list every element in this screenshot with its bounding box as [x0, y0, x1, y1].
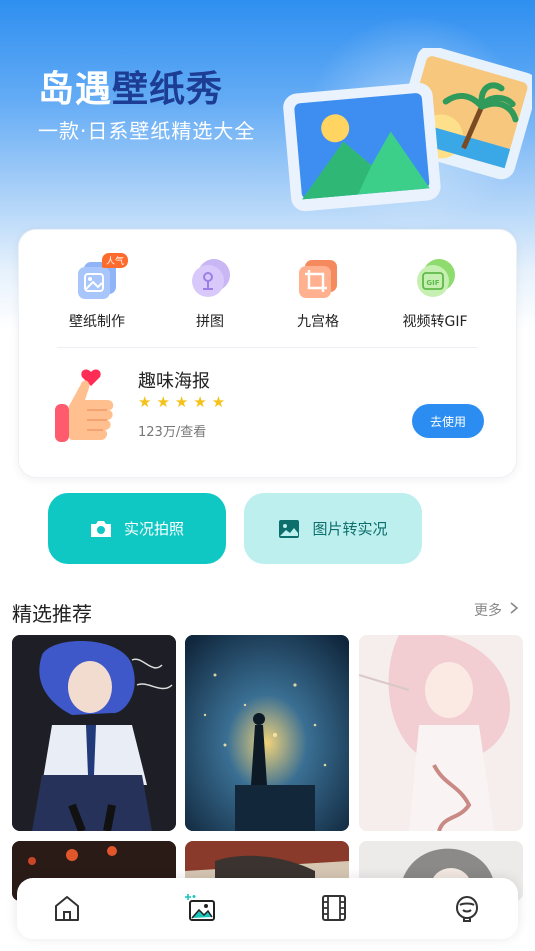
tool-label: 视频转GIF	[402, 314, 468, 330]
gif-icon: GIF	[417, 259, 455, 297]
video-icon[interactable]	[318, 892, 350, 924]
poster-views: 123万/查看	[138, 425, 207, 440]
wallpaper-thumbnail[interactable]	[359, 635, 523, 831]
tool-wallpaper-make[interactable]: 人气 壁纸制作	[47, 253, 147, 331]
section-title: 精选推荐	[12, 602, 92, 626]
thumbs-up-icon	[55, 369, 114, 442]
tool-video-gif[interactable]: GIF 视频转GIF	[385, 256, 485, 331]
image-icon	[279, 519, 300, 538]
tool-label: 拼图	[196, 314, 224, 330]
use-button[interactable]: 去使用	[412, 404, 484, 438]
rating-stars: ★★★★★	[138, 393, 231, 411]
wallpaper-thumbnail[interactable]	[185, 635, 349, 831]
poster-title: 趣味海报	[138, 371, 210, 392]
more-link[interactable]: 更多	[474, 600, 502, 620]
hot-badge: 人气	[101, 253, 128, 268]
profile-icon[interactable]	[451, 892, 483, 924]
svg-text:GIF: GIF	[426, 279, 439, 287]
home-icon[interactable]	[51, 892, 83, 924]
app-title: 岛遇壁纸秀	[38, 69, 224, 110]
wallpaper-icon[interactable]	[184, 892, 216, 924]
tool-label: 九宫格	[297, 314, 339, 330]
crop-grid-icon	[299, 260, 337, 298]
bottom-navigation	[17, 878, 518, 939]
tool-nine-grid[interactable]: 九宫格	[268, 256, 368, 331]
chevron-right-icon[interactable]	[509, 601, 519, 615]
live-photo-button[interactable]: 实况拍照	[48, 493, 226, 564]
app-subtitle: 一款·日系壁纸精选大全	[38, 119, 256, 143]
live-photo-label: 实况拍照	[123, 520, 184, 538]
image-to-live-button[interactable]: 图片转实况	[244, 493, 422, 564]
camera-icon	[90, 520, 111, 537]
tool-puzzle[interactable]: 拼图	[160, 256, 260, 331]
divider	[57, 347, 478, 348]
tools-card: 人气 壁纸制作 拼图 九宫格 GIF 视频转GIF 趣味海报 ★★★★★ 123…	[18, 229, 517, 478]
tool-label: 壁纸制作	[69, 314, 125, 330]
wallpaper-thumbnail[interactable]	[12, 635, 176, 831]
puzzle-icon	[192, 259, 230, 297]
image-to-live-label: 图片转实况	[312, 520, 388, 538]
photo-illustration-icon	[283, 48, 532, 212]
